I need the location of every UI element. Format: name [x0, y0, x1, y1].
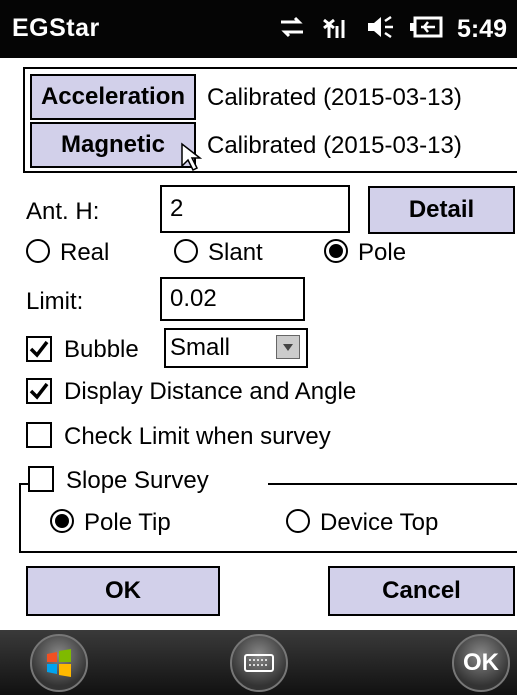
checkmark-icon [29, 340, 49, 358]
pole-tip-label: Pole Tip [84, 509, 171, 536]
speaker-icon [365, 14, 395, 45]
pole-radio[interactable] [324, 239, 348, 263]
pole-radio-label: Pole [358, 239, 407, 266]
clock-time: 5:49 [456, 14, 507, 43]
bubble-size-value: Small [170, 334, 231, 361]
slope-survey-label: Slope Survey [66, 467, 209, 494]
device-top-radio[interactable] [286, 509, 310, 533]
limit-label: Limit: [26, 288, 84, 315]
pole-tip-radio[interactable] [50, 509, 74, 533]
windows-logo-icon [47, 649, 71, 677]
start-button[interactable] [30, 634, 88, 692]
ok-button[interactable]: OK [26, 566, 220, 616]
slope-survey-checkbox[interactable] [28, 466, 54, 492]
bubble-checkbox[interactable] [26, 336, 52, 362]
cancel-button[interactable]: Cancel [328, 566, 515, 616]
battery-icon [409, 14, 443, 45]
slant-radio[interactable] [174, 239, 198, 263]
acceleration-button[interactable]: Acceleration [30, 74, 196, 120]
signal-icon [321, 14, 351, 45]
magnetic-status: Calibrated (2015-03-13) [207, 132, 462, 159]
antenna-height-label: Ant. H: [26, 198, 100, 225]
taskbar-ok-button[interactable]: OK [452, 634, 510, 692]
taskbar: OK [0, 630, 517, 695]
mouse-cursor-icon [180, 142, 203, 177]
slant-radio-label: Slant [208, 239, 263, 266]
device-top-label: Device Top [320, 509, 439, 536]
title-bar: EGStar 5:49 [0, 0, 517, 58]
real-radio[interactable] [26, 239, 50, 263]
app-title: EGStar [12, 14, 100, 42]
bubble-label: Bubble [64, 336, 139, 363]
data-sync-icon [277, 14, 307, 45]
detail-button[interactable]: Detail [368, 186, 515, 234]
status-area: 5:49 [277, 14, 507, 44]
magnetic-button[interactable]: Magnetic [30, 122, 196, 168]
antenna-height-input[interactable]: 2 [160, 185, 350, 233]
group-border-right [268, 483, 517, 485]
check-limit-checkbox[interactable] [26, 422, 52, 448]
keyboard-button[interactable] [230, 634, 288, 692]
keyboard-icon [244, 654, 274, 672]
limit-input[interactable]: 0.02 [160, 277, 305, 321]
display-distance-angle-label: Display Distance and Angle [64, 378, 357, 405]
check-limit-label: Check Limit when survey [64, 423, 331, 450]
dropdown-arrow-icon[interactable] [276, 335, 300, 359]
checkmark-icon [29, 382, 49, 400]
acceleration-status: Calibrated (2015-03-13) [207, 84, 462, 111]
real-radio-label: Real [60, 239, 110, 266]
display-distance-angle-checkbox[interactable] [26, 378, 52, 404]
